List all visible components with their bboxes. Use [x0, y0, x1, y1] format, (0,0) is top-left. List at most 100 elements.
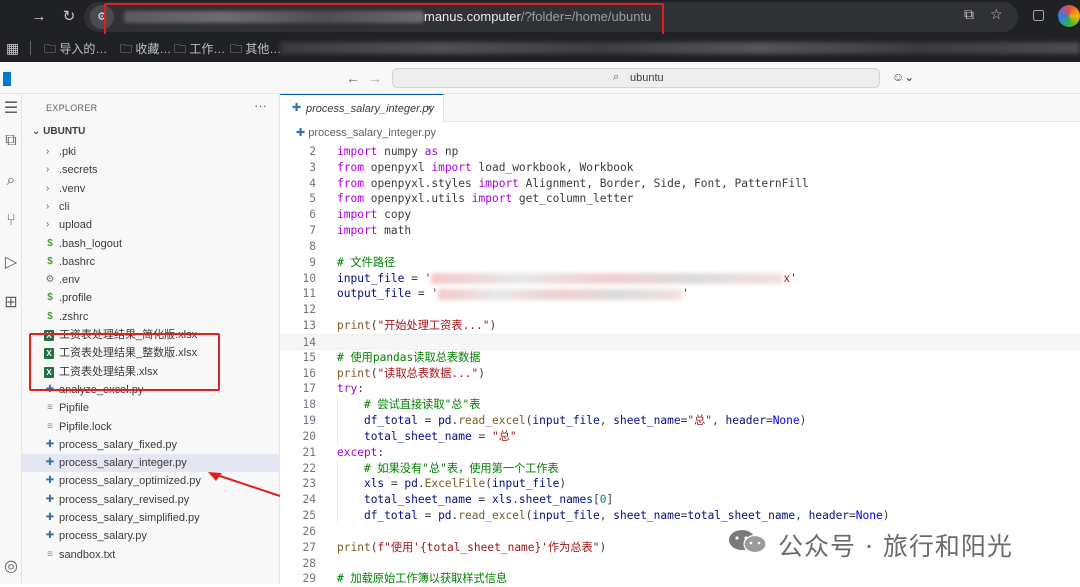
copilot-icon[interactable]: ☺⌄: [892, 70, 914, 84]
indent-guide: [337, 397, 338, 445]
extensions-icon[interactable]: ⊞: [0, 292, 22, 312]
line-source: xls = pd.ExcelFile(input_file): [363, 477, 567, 491]
tree-item[interactable]: › .secrets: [22, 161, 280, 179]
code-line[interactable]: 13 print("开始处理工资表..."): [280, 318, 1080, 334]
tree-item[interactable]: ≡ Pipfile.lock: [22, 418, 280, 436]
line-source: except:: [337, 445, 385, 459]
code-line[interactable]: 11 output_file = ' ': [280, 286, 1080, 302]
python-file-icon: ✚: [45, 512, 55, 523]
explorer-title: EXPLORER: [46, 103, 98, 113]
tree-item-label: process_salary_fixed.py: [59, 438, 178, 451]
code-line[interactable]: 16 print("读取总表数据..."): [280, 366, 1080, 382]
tree-item[interactable]: › .pki: [22, 143, 280, 161]
line-number: 9: [309, 255, 316, 269]
code-line[interactable]: 2 import numpy as np: [280, 144, 1080, 160]
profile-switch-icon[interactable]: ▢: [1032, 6, 1045, 23]
tree-item-label: .pki: [59, 146, 77, 158]
code-line[interactable]: 25 df_total = pd.read_excel(input_file, …: [280, 508, 1080, 524]
code-line[interactable]: 24 total_sheet_name = xls.sheet_names[0]: [280, 492, 1080, 508]
forward-icon[interactable]: →: [26, 4, 52, 30]
code-line[interactable]: 10 input_file = ' x': [280, 271, 1080, 287]
account-icon[interactable]: ◎: [0, 556, 22, 576]
code-line[interactable]: 6 import copy: [280, 207, 1080, 223]
python-file-icon: ✚: [45, 530, 55, 542]
tree-item[interactable]: $ .bash_logout: [22, 235, 280, 253]
line-number: 7: [309, 224, 316, 238]
search-icon[interactable]: ⌕: [0, 172, 22, 190]
code-line[interactable]: 18 # 尝试直接读取"总"表: [280, 397, 1080, 413]
breadcrumb[interactable]: ✚ process_salary_integer.py: [296, 126, 436, 139]
line-number: 15: [302, 350, 316, 364]
tree-item-label: .venv: [59, 182, 86, 195]
code-line[interactable]: 3 from openpyxl import load_workbook, Wor…: [280, 160, 1080, 176]
tree-item[interactable]: $ .zshrc: [22, 308, 280, 326]
bookmark-folder[interactable]: 🗀 其他…: [230, 40, 281, 56]
tree-item[interactable]: › upload: [22, 216, 280, 234]
install-app-icon[interactable]: ⧉: [964, 6, 974, 23]
annotation-xlsx-highlight: [29, 333, 220, 391]
menu-hamburger-icon[interactable]: ☰: [0, 98, 22, 118]
line-source: print(f"使用'{total_sheet_name}'作为总表"): [337, 540, 607, 554]
code-line[interactable]: 12: [280, 302, 1080, 318]
annotation-arrow: [208, 472, 287, 499]
line-number: 3: [309, 160, 316, 174]
code-line[interactable]: 19 df_total = pd.read_excel(input_file, …: [280, 413, 1080, 429]
tree-item-label: process_salary_simplified.py: [59, 512, 200, 524]
code-line[interactable]: 29 # 加载原始工作簿以获取样式信息: [280, 571, 1080, 587]
tree-item[interactable]: ✚ process_salary.py: [22, 527, 280, 545]
source-control-icon[interactable]: ⑂: [0, 212, 22, 230]
code-line[interactable]: 17 try:: [280, 381, 1080, 397]
line-source: df_total = pd.read_excel(input_file, she…: [363, 509, 890, 523]
tree-item[interactable]: ≡ sandbox.txt: [22, 546, 280, 564]
more-actions-icon[interactable]: ···: [254, 98, 267, 113]
line-source: # 加载原始工作簿以获取样式信息: [337, 572, 508, 586]
tree-item[interactable]: › .venv: [22, 180, 280, 198]
line-number: 5: [309, 192, 316, 206]
code-line[interactable]: 20 total_sheet_name = "总": [280, 429, 1080, 445]
tab-process-salary-integer[interactable]: ✚ process_salary_integer.py ×: [280, 94, 444, 122]
profile-avatar[interactable]: [1058, 5, 1080, 27]
line-number: 28: [302, 556, 316, 570]
code-line[interactable]: 22 # 如果没有"总"表，使用第一个工作表: [280, 461, 1080, 477]
code-line[interactable]: 23 xls = pd.ExcelFile(input_file): [280, 476, 1080, 492]
code-line[interactable]: 9 # 文件路径: [280, 255, 1080, 271]
tree-item-label: .zshrc: [59, 310, 89, 323]
bookmark-folder[interactable]: 🗀 导入的…: [44, 40, 107, 56]
code-line[interactable]: 15 # 使用pandas读取总表数据: [280, 350, 1080, 366]
tree-item[interactable]: ✚ process_salary_simplified.py: [22, 509, 280, 527]
explorer-icon[interactable]: ⧉: [0, 132, 22, 150]
bookmark-folder[interactable]: 🗀 收藏…: [120, 40, 171, 56]
workspace-root[interactable]: ⌄ UBUNTU: [32, 126, 85, 137]
tree-item[interactable]: ✚ process_salary_fixed.py: [22, 436, 280, 454]
command-center-search[interactable]: ⌕ ubuntu: [392, 68, 880, 88]
line-number: 21: [302, 445, 316, 459]
tree-item[interactable]: ⚙ .env: [22, 271, 280, 289]
bookmark-folder[interactable]: 🗀 工作…: [174, 40, 225, 56]
close-tab-icon[interactable]: ×: [426, 101, 433, 115]
redacted-text: [431, 273, 784, 285]
back-arrow-icon[interactable]: ←: [346, 70, 360, 86]
tree-item[interactable]: $ .bashrc: [22, 253, 280, 271]
forward-arrow-icon[interactable]: →: [368, 70, 382, 86]
python-file-icon: ✚: [296, 127, 306, 139]
tree-item[interactable]: $ .profile: [22, 289, 280, 307]
reload-icon[interactable]: ↻: [56, 4, 82, 30]
code-line[interactable]: 5 from openpyxl.utils import get_column_l…: [280, 191, 1080, 207]
tree-item[interactable]: ≡ Pipfile: [22, 399, 280, 417]
code-line[interactable]: 8: [280, 239, 1080, 255]
code-line[interactable]: 14: [280, 333, 1080, 350]
code-line[interactable]: 21 except:: [280, 445, 1080, 461]
code-line[interactable]: 7 import math: [280, 223, 1080, 239]
tree-item-label: .env: [59, 274, 80, 287]
watermark-text: 公众号 · 旅行和阳光: [778, 532, 1013, 561]
line-source: # 尝试直接读取"总"表: [363, 398, 481, 412]
run-debug-icon[interactable]: ▷: [0, 252, 22, 272]
tree-item-label: Pipfile.lock: [59, 420, 112, 433]
bookmark-star-icon[interactable]: ☆: [990, 6, 1003, 23]
apps-grid-icon[interactable]: ▦: [6, 40, 19, 57]
code-line[interactable]: 4 from openpyxl.styles import Alignment, …: [280, 176, 1080, 192]
settings-file-icon: ⚙: [45, 274, 55, 286]
menu-icon[interactable]: [3, 72, 11, 86]
tree-item[interactable]: › cli: [22, 198, 280, 216]
redacted-bookmarks: [280, 42, 1080, 54]
